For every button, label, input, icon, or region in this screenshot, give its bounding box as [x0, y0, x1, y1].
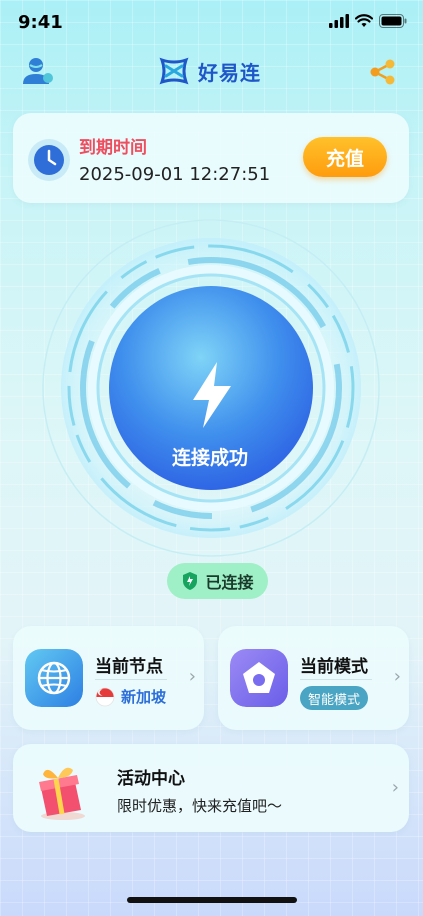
- status-icons: [329, 14, 407, 28]
- pentagon-icon: [230, 649, 288, 707]
- activity-description: 限时优惠，快来充值吧～: [117, 797, 283, 815]
- current-node-title: 当前节点: [95, 657, 163, 677]
- expiry-date: 2025-09-01 12:27:51: [79, 164, 271, 185]
- singapore-flag-icon: [95, 687, 115, 706]
- status-bar: 9:41: [0, 0, 423, 44]
- expiry-label: 到期时间: [79, 138, 147, 158]
- expiry-card: 到期时间 2025-09-01 12:27:51 充值: [13, 113, 409, 203]
- shield-check-icon: [183, 572, 198, 590]
- divider: [300, 679, 372, 680]
- lightning-icon: [193, 362, 231, 428]
- divider: [95, 679, 167, 680]
- chevron-right-icon: ›: [391, 777, 399, 798]
- clock-icon: [28, 139, 70, 181]
- user-icon[interactable]: [20, 54, 56, 90]
- current-node-card[interactable]: 当前节点 新加坡 ›: [13, 626, 204, 730]
- brand-header: 好易连: [158, 56, 261, 86]
- wifi-icon: [355, 14, 373, 27]
- activity-center-card[interactable]: 活动中心 限时优惠，快来充值吧～ ›: [13, 744, 409, 832]
- status-time: 9:41: [18, 12, 63, 33]
- top-navigation-bar: 好易连: [0, 50, 423, 94]
- app-name: 好易连: [198, 60, 261, 85]
- recharge-button[interactable]: 充值: [303, 137, 387, 177]
- cellular-signal-icon: [329, 14, 349, 28]
- node-country: 新加坡: [121, 688, 167, 706]
- battery-icon: [379, 14, 407, 28]
- mode-badge: 智能模式: [300, 686, 369, 710]
- home-indicator: [127, 897, 297, 903]
- connect-area: 连接成功: [0, 210, 423, 570]
- globe-icon: [25, 649, 83, 707]
- current-node-value: 新加坡: [95, 686, 166, 707]
- connect-status-text: 连接成功: [171, 447, 248, 469]
- chevron-right-icon: ›: [188, 666, 196, 687]
- chevron-right-icon: ›: [393, 666, 401, 687]
- current-mode-title: 当前模式: [300, 657, 368, 677]
- gift-icon: [39, 767, 85, 820]
- current-mode-card[interactable]: 当前模式 智能模式 ›: [218, 626, 409, 730]
- share-icon[interactable]: [367, 56, 399, 88]
- activity-title: 活动中心: [117, 769, 185, 789]
- logo-icon: [159, 57, 189, 85]
- connection-status-badge: 已连接: [167, 563, 268, 599]
- connection-status-text: 已连接: [205, 573, 254, 592]
